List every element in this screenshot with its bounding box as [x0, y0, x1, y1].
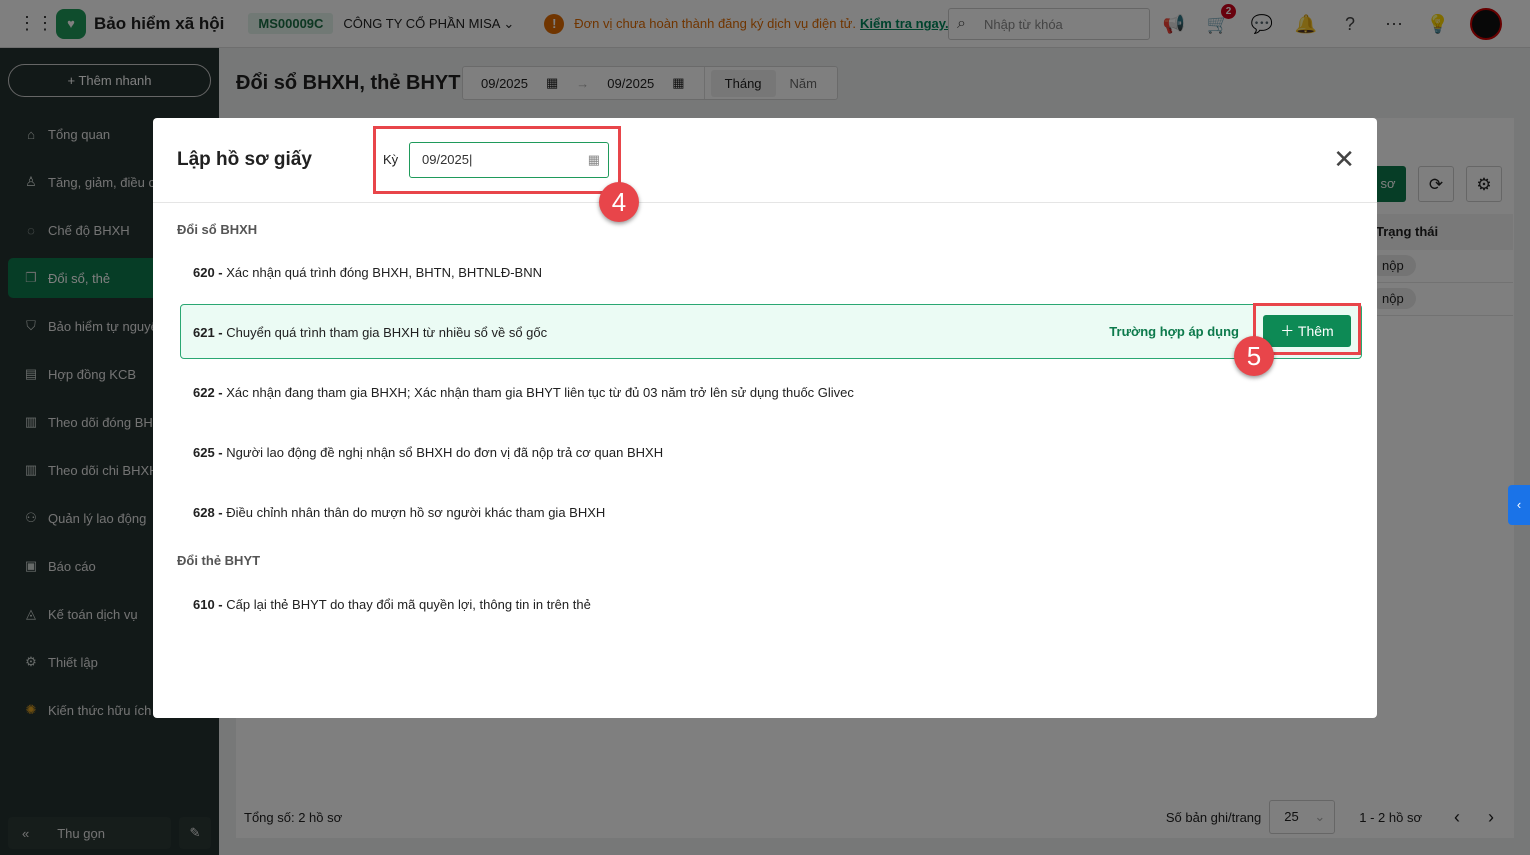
close-icon[interactable]: ✕	[1333, 144, 1355, 175]
item-code: 625 -	[193, 445, 223, 460]
dialog-title: Lập hồ sơ giấy	[177, 149, 312, 170]
list-item[interactable]: 621 - Chuyển quá trình tham gia BHXH từ …	[193, 325, 547, 340]
applicable-cases-link[interactable]: Trường hợp áp dụng	[1109, 324, 1239, 339]
item-text: Chuyển quá trình tham gia BHXH từ nhiều …	[226, 325, 548, 340]
paper-file-dialog: Lập hồ sơ giấy Kỳ 09/2025| ▦ ✕ Đổi sổ BHX…	[153, 118, 1377, 718]
section-title: Đổi sổ BHXH	[177, 222, 258, 237]
item-text: Xác nhận quá trình đóng BHXH, BHTN, BHTN…	[226, 265, 543, 280]
divider	[153, 202, 1377, 203]
section-title: Đổi thẻ BHYT	[177, 553, 261, 568]
step-marker: 4	[599, 182, 639, 222]
step-marker: 5	[1234, 336, 1274, 376]
item-code: 620 -	[193, 265, 223, 280]
item-text: Xác nhận đang tham gia BHXH; Xác nhận th…	[226, 385, 854, 400]
side-panel-toggle[interactable]: ‹	[1508, 485, 1530, 525]
item-code: 621 -	[193, 325, 223, 340]
list-item[interactable]: 620 - Xác nhận quá trình đóng BHXH, BHTN…	[193, 265, 542, 280]
list-item[interactable]: 610 - Cấp lại thẻ BHYT do thay đổi mã qu…	[193, 597, 591, 612]
list-item[interactable]: 628 - Điều chỉnh nhân thân do mượn hồ sơ…	[193, 505, 605, 520]
list-item[interactable]: 625 - Người lao động đề nghị nhận sổ BHX…	[193, 445, 663, 460]
item-text: Điều chỉnh nhân thân do mượn hồ sơ người…	[226, 505, 606, 520]
list-item[interactable]: 622 - Xác nhận đang tham gia BHXH; Xác n…	[193, 385, 854, 400]
item-text: Người lao động đề nghị nhận sổ BHXH do đ…	[226, 445, 664, 460]
highlight-box-period	[373, 126, 621, 194]
item-code: 610 -	[193, 597, 223, 612]
item-code: 622 -	[193, 385, 223, 400]
item-text: Cấp lại thẻ BHYT do thay đổi mã quyền lợ…	[226, 597, 591, 612]
item-code: 628 -	[193, 505, 223, 520]
